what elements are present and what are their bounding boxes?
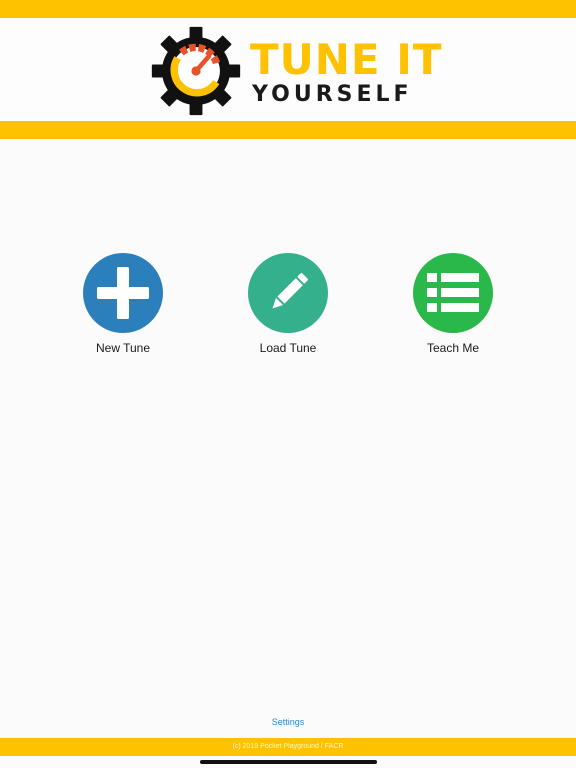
- pencil-icon: [272, 272, 309, 309]
- home-indicator[interactable]: [200, 760, 377, 764]
- top-yellow-bar: [0, 0, 576, 18]
- load-tune-label[interactable]: Load Tune: [260, 341, 317, 356]
- list-icon: [427, 273, 479, 312]
- settings-link[interactable]: Settings: [0, 716, 576, 728]
- new-tune-circle[interactable]: [83, 253, 163, 333]
- load-tune-button[interactable]: Load Tune: [228, 253, 348, 357]
- gear-gauge-logo-icon: [151, 26, 241, 116]
- copyright-text: (c) 2019 Pocket Playground / FACR: [232, 743, 344, 750]
- new-tune-button[interactable]: New Tune: [63, 253, 183, 357]
- header-yellow-bar: [0, 121, 576, 139]
- logo-title-line1: TUNE IT: [250, 35, 443, 84]
- teach-me-button[interactable]: Teach Me: [393, 253, 513, 357]
- footer-bar: (c) 2019 Pocket Playground / FACR: [0, 738, 576, 756]
- teach-me-circle[interactable]: [413, 253, 493, 333]
- new-tune-label[interactable]: New Tune: [96, 341, 150, 356]
- teach-me-label[interactable]: Teach Me: [427, 341, 479, 356]
- load-tune-circle[interactable]: [248, 253, 328, 333]
- plus-icon: [97, 267, 149, 319]
- logo-title-line2: YOURSELF: [252, 82, 413, 107]
